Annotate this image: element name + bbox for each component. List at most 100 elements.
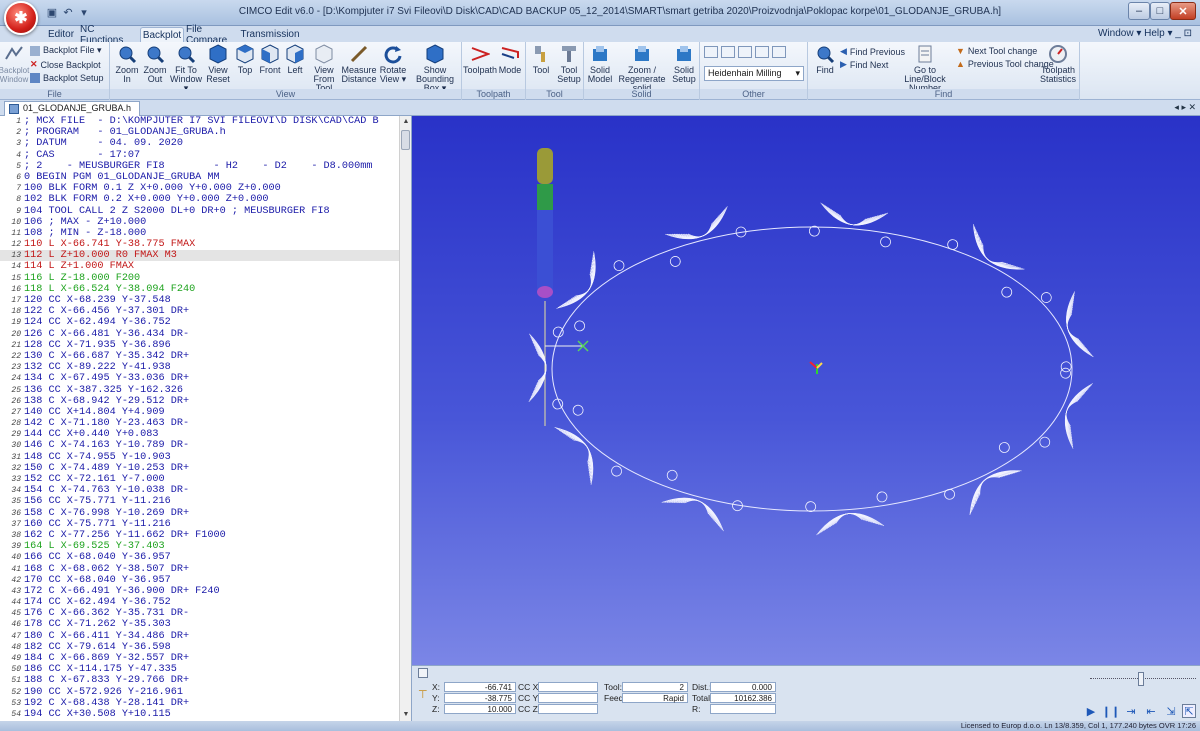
backplot-setup-button[interactable]: Backplot Setup: [30, 73, 104, 83]
find-previous-button[interactable]: ◀ Find Previous: [840, 46, 905, 57]
view-top-button[interactable]: Top: [234, 44, 256, 75]
code-line[interactable]: 25 136 CC X-387.325 Y-162.326: [0, 385, 399, 396]
code-line[interactable]: 47 180 C X-66.411 Y-34.486 DR+: [0, 631, 399, 642]
tab-backplot[interactable]: Backplot: [140, 27, 184, 42]
speed-slider-thumb[interactable]: [1138, 672, 1144, 686]
code-line[interactable]: 15 116 L Z-18.000 F200: [0, 273, 399, 284]
code-line[interactable]: 21 128 CC X-71.935 Y-36.896: [0, 340, 399, 351]
code-line[interactable]: 46 178 CC X-71.262 Y-35.303: [0, 619, 399, 630]
tool-button[interactable]: Tool: [528, 44, 554, 75]
solid-model-button[interactable]: Solid Model: [586, 44, 614, 84]
scroll-thumb[interactable]: [401, 130, 410, 150]
code-line[interactable]: 4; CAS - 17:07: [0, 150, 399, 161]
code-line[interactable]: 36 158 C X-76.998 Y-10.269 DR+: [0, 508, 399, 519]
scroll-up-icon[interactable]: ▲: [400, 116, 411, 128]
code-line[interactable]: 37 160 CC X-75.771 Y-11.216: [0, 519, 399, 530]
code-line[interactable]: 5; 2 - MEUSBURGER FI8 - H2 - D2 - D8.000…: [0, 161, 399, 172]
view-reset-button[interactable]: View Reset: [204, 44, 232, 84]
machine-select[interactable]: Heidenhain Milling ▾: [704, 66, 804, 81]
next-tool-change-button[interactable]: ▼ Next Tool change: [956, 46, 1037, 56]
tab-editor[interactable]: Editor: [44, 27, 78, 42]
code-line[interactable]: 14 114 L Z+1.000 FMAX: [0, 261, 399, 272]
code-line[interactable]: 7 100 BLK FORM 0.1 Z X+0.000 Y+0.000 Z+0.…: [0, 183, 399, 194]
code-editor[interactable]: 1; MCX FILE - D:\KOMPJUTER I7 SVI FILEOV…: [0, 116, 412, 721]
find-next-button[interactable]: ▶ Find Next: [840, 59, 888, 70]
code-line[interactable]: 16 118 L X-66.524 Y-38.094 F240: [0, 284, 399, 295]
app-logo[interactable]: ✱: [4, 1, 38, 35]
view-from-tool-button[interactable]: View From Tool: [308, 44, 340, 93]
code-line[interactable]: 40 166 CC X-68.040 Y-36.957: [0, 552, 399, 563]
skip-end-icon[interactable]: ⇱: [1182, 704, 1196, 718]
code-line[interactable]: 26 138 C X-68.942 Y-29.512 DR+: [0, 396, 399, 407]
code-line[interactable]: 41 168 C X-68.062 Y-38.507 DR+: [0, 564, 399, 575]
tab-file-compare[interactable]: File Compare: [186, 24, 242, 46]
code-line[interactable]: 22 130 C X-66.687 Y-35.342 DR+: [0, 351, 399, 362]
code-line[interactable]: 12 110 L X-66.741 Y-38.775 FMAX: [0, 239, 399, 250]
close-button[interactable]: ✕: [1170, 2, 1196, 20]
other-icons-row[interactable]: [704, 46, 786, 58]
code-line[interactable]: 60 BEGIN PGM 01_GLODANJE_GRUBA MM: [0, 172, 399, 183]
find-button[interactable]: Find: [812, 44, 838, 75]
code-line[interactable]: 51 188 C X-67.833 Y-29.766 DR+: [0, 675, 399, 686]
code-line[interactable]: 31 148 CC X-74.955 Y-10.903: [0, 452, 399, 463]
code-line[interactable]: 54 194 CC X+30.508 Y+10.115: [0, 709, 399, 720]
toolpath-statistics-button[interactable]: Toolpath Statistics: [1038, 44, 1078, 84]
backplot-file-button[interactable]: Backplot File ▾: [30, 45, 102, 56]
code-line[interactable]: 11 108 ; MIN - Z-18.000: [0, 228, 399, 239]
code-line[interactable]: 38 162 C X-77.256 Y-11.662 DR+ F1000: [0, 530, 399, 541]
code-line[interactable]: 18 122 C X-66.456 Y-37.301 DR+: [0, 306, 399, 317]
code-line[interactable]: 19 124 CC X-62.494 Y-36.752: [0, 317, 399, 328]
document-tab[interactable]: 01_GLODANJE_GRUBA.h: [4, 101, 141, 116]
step-back-icon[interactable]: ⇤: [1144, 704, 1158, 718]
code-line[interactable]: 2; PROGRAM - 01_GLODANJE_GRUBA.h: [0, 127, 399, 138]
backplot-viewport[interactable]: [412, 116, 1200, 665]
document-nav[interactable]: ◂ ▸ ✕: [1174, 102, 1196, 113]
code-line[interactable]: 43 172 C X-66.491 Y-36.900 DR+ F240: [0, 586, 399, 597]
code-line[interactable]: 53 192 C X-68.438 Y-28.141 DR+: [0, 698, 399, 709]
code-line[interactable]: 34 154 C X-74.763 Y-10.038 DR-: [0, 485, 399, 496]
code-line[interactable]: 44 174 CC X-62.494 Y-36.752: [0, 597, 399, 608]
code-line[interactable]: 24 134 C X-67.495 Y-33.036 DR+: [0, 373, 399, 384]
vertical-scrollbar[interactable]: ▲ ▼: [399, 116, 411, 721]
pause-icon[interactable]: ❙❙: [1102, 704, 1120, 718]
rotate-view-button[interactable]: Rotate View ▾: [378, 44, 408, 84]
code-line[interactable]: 10 106 ; MAX - Z+10.000: [0, 217, 399, 228]
play-icon[interactable]: ▶: [1084, 704, 1098, 718]
tab-transmission[interactable]: Transmission: [240, 27, 299, 42]
code-line[interactable]: 3; DATUM - 04. 09. 2020: [0, 138, 399, 149]
view-left-button[interactable]: Left: [284, 44, 306, 75]
zoom-regenerate-button[interactable]: Zoom / Regenerate solid: [616, 44, 668, 93]
code-line[interactable]: 8 102 BLK FORM 0.2 X+0.000 Y+0.000 Z+0.00…: [0, 194, 399, 205]
goto-line-button[interactable]: Go to Line/Block Number: [900, 44, 950, 93]
code-line[interactable]: 49 184 C X-66.869 Y-32.557 DR+: [0, 653, 399, 664]
toolpath-button[interactable]: Toolpath: [463, 44, 497, 75]
code-line[interactable]: 33 152 CC X-72.161 Y-7.000: [0, 474, 399, 485]
code-line[interactable]: 52 190 CC X-572.926 Y-216.961: [0, 687, 399, 698]
tool-setup-button[interactable]: Tool Setup: [556, 44, 582, 84]
code-line[interactable]: 23 132 CC X-89.222 Y-41.938: [0, 362, 399, 373]
code-line[interactable]: 50 186 CC X-114.175 Y-47.335: [0, 664, 399, 675]
zoom-in-button[interactable]: Zoom In: [114, 44, 140, 84]
code-line[interactable]: 39 164 L X-69.525 Y-37.403: [0, 541, 399, 552]
skip-icon[interactable]: ⇲: [1164, 704, 1178, 718]
code-line[interactable]: 30 146 C X-74.163 Y-10.789 DR-: [0, 440, 399, 451]
zoom-out-button[interactable]: Zoom Out: [142, 44, 168, 84]
code-line[interactable]: 48 182 CC X-79.614 Y-36.598: [0, 642, 399, 653]
fit-to-window-button[interactable]: Fit To Window ▾: [170, 44, 202, 93]
code-line[interactable]: 9 104 TOOL CALL 2 Z S2000 DL+0 DR+0 ; MEU…: [0, 206, 399, 217]
code-line[interactable]: 28 142 C X-71.180 Y-23.463 DR-: [0, 418, 399, 429]
view-front-button[interactable]: Front: [258, 44, 282, 75]
window-help-menu[interactable]: Window ▾ Help ▾ _ ⊡: [1098, 28, 1192, 39]
minimize-button[interactable]: –: [1128, 2, 1150, 20]
code-line[interactable]: 13 112 L Z+10.000 R0 FMAX M3: [0, 250, 399, 262]
measure-distance-button[interactable]: Measure Distance: [342, 44, 377, 84]
code-line[interactable]: 17 120 CC X-68.239 Y-37.548: [0, 295, 399, 306]
backplot-window-button[interactable]: Backplot Window: [0, 44, 29, 84]
code-line[interactable]: 1; MCX FILE - D:\KOMPJUTER I7 SVI FILEOV…: [0, 116, 399, 127]
panel-toggle[interactable]: [418, 668, 428, 678]
solid-setup-button[interactable]: Solid Setup: [670, 44, 698, 84]
maximize-button[interactable]: □: [1150, 2, 1170, 20]
mode-button[interactable]: Mode: [496, 44, 524, 75]
code-line[interactable]: 42 170 CC X-68.040 Y-36.957: [0, 575, 399, 586]
show-bounding-box-button[interactable]: Show Bounding Box ▾: [410, 44, 460, 93]
